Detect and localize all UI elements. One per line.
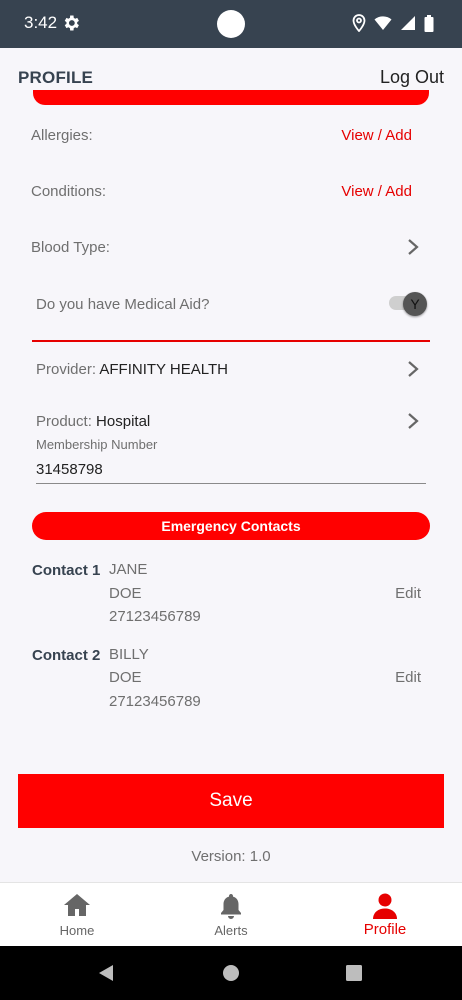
page-title: PROFILE xyxy=(18,68,94,87)
product-label: Product: xyxy=(36,413,92,430)
membership-number-label: Membership Number xyxy=(36,437,158,452)
status-icons xyxy=(352,14,434,32)
contact-2-phone: 27123456789 xyxy=(109,693,201,710)
status-bar: 3:42 xyxy=(0,0,462,48)
battery-icon xyxy=(424,14,434,32)
status-time: 3:42 xyxy=(24,13,58,32)
contact-2-edit-button[interactable]: Edit xyxy=(395,669,421,686)
back-icon[interactable] xyxy=(98,964,114,982)
person-icon xyxy=(373,893,397,919)
wifi-icon xyxy=(374,16,392,30)
blood-type-label: Blood Type: xyxy=(31,239,110,256)
allergies-label: Allergies: xyxy=(31,127,93,144)
signal-icon xyxy=(401,16,415,30)
app-version: Version: 1.0 xyxy=(191,848,271,865)
section-header-pill xyxy=(33,90,429,105)
system-navigation-bar xyxy=(0,946,462,1000)
nav-profile-label: Profile xyxy=(363,921,407,938)
provider-label: Provider: xyxy=(36,361,97,378)
nav-alerts[interactable]: Alerts xyxy=(154,883,308,947)
conditions-view-add-link[interactable]: View / Add xyxy=(341,183,412,200)
product-chevron-right-icon[interactable] xyxy=(406,412,420,430)
medical-aid-divider xyxy=(32,340,430,342)
provider-row[interactable]: Provider: AFFINITY HEALTH xyxy=(36,361,228,378)
gear-icon xyxy=(64,15,79,31)
nav-home[interactable]: Home xyxy=(0,883,154,947)
contact-1-phone: 27123456789 xyxy=(109,608,201,625)
contact-2-last-name: DOE xyxy=(109,669,142,686)
nav-home-label: Home xyxy=(59,923,95,938)
medical-aid-question: Do you have Medical Aid? xyxy=(36,296,210,313)
blood-type-chevron-right-icon[interactable] xyxy=(406,238,420,256)
contact-1-label: Contact 1 xyxy=(32,562,101,579)
recents-icon[interactable] xyxy=(346,965,362,981)
membership-number-underline xyxy=(36,483,426,484)
location-icon xyxy=(352,14,366,32)
save-button[interactable]: Save xyxy=(18,774,444,828)
contact-1-edit-button[interactable]: Edit xyxy=(395,585,421,602)
membership-number-input[interactable]: 31458798 xyxy=(36,461,103,478)
product-row[interactable]: Product: Hospital xyxy=(36,413,150,430)
contact-1-last-name: DOE xyxy=(109,585,142,602)
home-circle-icon[interactable] xyxy=(222,964,240,982)
provider-chevron-right-icon[interactable] xyxy=(406,360,420,378)
product-value: Hospital xyxy=(96,413,151,430)
contact-2-label: Contact 2 xyxy=(32,647,101,664)
contact-1-first-name: JANE xyxy=(109,561,148,578)
logout-button[interactable]: Log Out xyxy=(380,67,444,88)
provider-value: AFFINITY HEALTH xyxy=(99,361,229,378)
contact-2-first-name: BILLY xyxy=(109,646,149,663)
allergies-view-add-link[interactable]: View / Add xyxy=(341,127,412,144)
conditions-label: Conditions: xyxy=(31,183,107,200)
nav-alerts-label: Alerts xyxy=(214,923,248,938)
medical-aid-toggle[interactable]: Y xyxy=(403,292,427,316)
camera-cutout xyxy=(217,10,245,38)
nav-profile[interactable]: Profile xyxy=(308,883,462,947)
bell-icon xyxy=(221,894,241,919)
emergency-contacts-header: Emergency Contacts xyxy=(32,512,430,540)
home-icon xyxy=(64,894,90,916)
bottom-navigation: Home Alerts Profile xyxy=(0,882,462,946)
